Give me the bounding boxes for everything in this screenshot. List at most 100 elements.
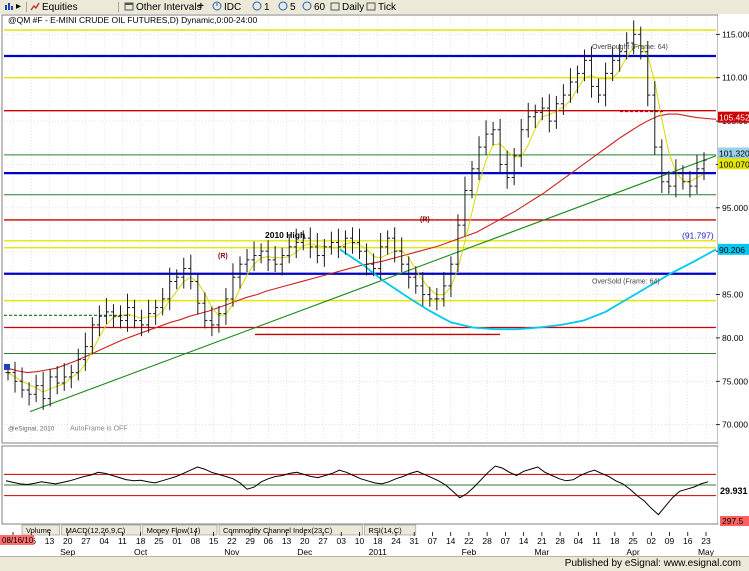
- svg-text:Money Flow(14): Money Flow(14): [147, 526, 201, 535]
- annotation-r-marker: (R): [420, 217, 430, 224]
- x-tick-label: 20: [300, 536, 310, 546]
- y-tick-label: 80.00: [722, 333, 744, 343]
- svg-text:Commodity Channel Index(23,C): Commodity Channel Index(23,C): [223, 526, 333, 535]
- annotation-oversold: OverSold (Frame: 64): [592, 278, 660, 285]
- x-tick-label: 14: [519, 536, 529, 546]
- month-label: May: [698, 547, 715, 556]
- month-label: Apr: [626, 547, 639, 556]
- x-tick-label: 27: [81, 536, 91, 546]
- interval-60-label: 60: [314, 2, 326, 13]
- tick-label: Tick: [378, 2, 396, 13]
- x-tick-label: 07: [501, 536, 511, 546]
- annotation-copyright: @eSignal, 2010: [8, 426, 55, 433]
- footer: Published by eSignal: www.esignal.com: [0, 556, 749, 571]
- x-tick-label: 24: [391, 536, 401, 546]
- other-intervals-label: Other Intervals: [136, 2, 202, 13]
- svg-text:105.452: 105.452: [719, 113, 749, 123]
- x-tick-label: 25: [628, 536, 638, 546]
- indicator-tab[interactable]: RSI(14,C): [364, 524, 417, 536]
- interval-5-label: 5: [290, 2, 296, 13]
- idc-label: IDC: [224, 2, 242, 13]
- x-tick-label: 23: [701, 536, 711, 546]
- chart-icon[interactable]: [4, 1, 16, 13]
- tick-button[interactable]: Tick: [366, 1, 396, 13]
- daily-button[interactable]: Daily: [330, 1, 364, 13]
- price-label: 101.320: [718, 147, 749, 159]
- month-label: Oct: [134, 547, 148, 556]
- other-intervals-button[interactable]: Other Intervals: [124, 1, 202, 13]
- y-tick-label: 70.000: [722, 420, 748, 430]
- x-tick-label: 04: [99, 536, 109, 546]
- x-tick-label: 31: [409, 536, 419, 546]
- y-tick-label: 95.000: [722, 203, 748, 213]
- x-tick-label: 28: [482, 536, 492, 546]
- indicator-tab[interactable]: MACD(12,26,9,C): [61, 524, 141, 536]
- annotation-2010-high: 2010 High: [265, 230, 305, 240]
- add-button[interactable]: +: [198, 1, 204, 13]
- x-tick-label: 11: [592, 536, 601, 546]
- svg-text:(91.797): (91.797): [682, 231, 714, 241]
- x-tick-label: 16: [683, 536, 693, 546]
- annotation-overbought: OverBought (Frame: 64): [592, 44, 668, 51]
- svg-text:100.070: 100.070: [719, 159, 749, 169]
- start-date-label: 08/16/10: [2, 536, 34, 545]
- price-label: (91.797): [682, 231, 714, 241]
- x-tick-label: 02: [647, 536, 657, 546]
- indicator-tabs: Volume MACD(12,26,9,C) Money Flow(14) Commo…: [21, 524, 417, 536]
- x-tick-label: 04: [574, 536, 584, 546]
- x-tick-label: 01: [172, 536, 182, 546]
- osc-extra-label: 297.5: [722, 516, 744, 526]
- daily-label: Daily: [342, 2, 365, 13]
- x-tick-label: 18: [136, 536, 146, 546]
- x-tick-label: 10: [355, 536, 365, 546]
- x-tick-label: 22: [227, 536, 237, 546]
- x-tick-label: 13: [282, 536, 292, 546]
- x-tick-label: 03: [337, 536, 347, 546]
- month-label: Nov: [224, 547, 240, 556]
- x-tick-label: 15: [209, 536, 219, 546]
- indicator-tab[interactable]: Money Flow(14): [142, 524, 218, 536]
- equities-button[interactable]: Equities: [30, 1, 78, 13]
- x-tick-label: 18: [610, 536, 620, 546]
- x-tick-label: 08: [191, 536, 201, 546]
- interval-5-button[interactable]: 5: [278, 1, 296, 13]
- x-tick-label: 22: [464, 536, 474, 546]
- y-tick-label: 115.000: [722, 29, 749, 39]
- marker-square: [4, 363, 10, 370]
- x-tick-label: 06: [264, 536, 274, 546]
- toolbar: ▸ Equities Other Intervals + IDC 1 5 60 …: [0, 0, 749, 15]
- y-tick-label: 85.00: [722, 290, 744, 300]
- month-label: Dec: [297, 547, 313, 556]
- x-tick-label: 29: [245, 536, 255, 546]
- month-label: Mar: [535, 547, 550, 556]
- month-label: 2011: [369, 547, 388, 556]
- x-tick-label: 18: [373, 536, 383, 546]
- x-tick-label: 13: [45, 536, 55, 546]
- month-label: Feb: [462, 547, 477, 556]
- interval-1-button[interactable]: 1: [252, 1, 270, 13]
- x-tick-label: 21: [537, 536, 547, 546]
- x-tick-label: 14: [446, 536, 456, 546]
- svg-text:MACD(12,26,9,C): MACD(12,26,9,C): [66, 526, 126, 535]
- x-tick-label: 25: [154, 536, 164, 546]
- x-tick-label: 28: [555, 536, 565, 546]
- chart-area[interactable]: 2010 High OverBought (Frame: 64) OverSold …: [0, 14, 749, 556]
- idc-button[interactable]: IDC: [212, 1, 241, 13]
- arrow-icon[interactable]: ▸: [16, 1, 21, 13]
- y-tick-label: 110.00: [722, 73, 748, 83]
- interval-60-button[interactable]: 60: [302, 1, 325, 13]
- month-label: Sep: [60, 547, 75, 556]
- price-label: 105.452: [718, 111, 749, 123]
- x-tick-label: 27: [318, 536, 328, 546]
- publisher-text: Published by eSignal: www.esignal.com: [564, 558, 741, 569]
- svg-text:101.320: 101.320: [719, 149, 749, 159]
- interval-1-label: 1: [264, 2, 270, 13]
- svg-text:90.206: 90.206: [719, 245, 745, 255]
- x-tick-label: 07: [428, 536, 438, 546]
- price-label: 90.206: [718, 243, 749, 255]
- x-tick-label: 20: [63, 536, 73, 546]
- indicator-tab[interactable]: Volume: [21, 524, 60, 536]
- svg-text:Volume: Volume: [26, 526, 51, 535]
- osc-current-value: 29.931: [720, 486, 748, 496]
- price-label: 100.070: [718, 158, 749, 170]
